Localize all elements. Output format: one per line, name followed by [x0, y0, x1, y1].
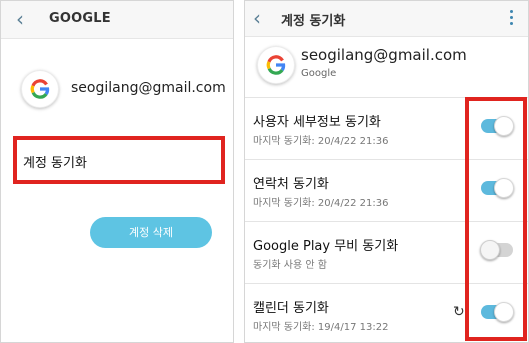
account-provider: Google — [301, 68, 337, 79]
sync-item-status: 마지막 동기화: 20/4/22 21:36 — [253, 198, 389, 209]
sync-item-title: 연락처 동기화 — [253, 177, 329, 192]
app-bar: ‹ 계정 동기화 — [245, 1, 528, 37]
sync-item-status: 마지막 동기화: 20/4/22 21:36 — [253, 136, 389, 147]
google-logo-icon — [21, 70, 59, 108]
account-email: seogilang@gmail.com — [301, 46, 467, 64]
account-sync-screen: ‹ 계정 동기화 seogilang@gmail.com Google 사용자 … — [244, 0, 529, 343]
more-options-icon[interactable] — [510, 10, 514, 28]
highlight-box — [465, 97, 527, 341]
sync-item-status: 마지막 동기화: 19/4/17 13:22 — [253, 322, 389, 333]
app-bar: ‹ GOOGLE — [1, 1, 233, 39]
syncing-icon: ↻ — [453, 304, 465, 320]
account-email: seogilang@gmail.com — [71, 80, 226, 96]
account-sync-item[interactable]: 계정 동기화 — [23, 152, 87, 171]
back-icon[interactable]: ‹ — [16, 9, 24, 29]
back-icon[interactable]: ‹ — [253, 8, 261, 28]
sync-item-title: Google Play 무비 동기화 — [253, 239, 399, 254]
google-logo-icon — [257, 46, 295, 84]
panel-divider — [234, 0, 244, 343]
sync-item-title: 사용자 세부정보 동기화 — [253, 115, 381, 130]
sync-item-title: 캘린더 동기화 — [253, 301, 329, 316]
page-title: 계정 동기화 — [281, 14, 346, 29]
page-title: GOOGLE — [49, 11, 111, 26]
account-screen: ‹ GOOGLE seogilang@gmail.com 계정 동기화 계정 삭… — [0, 0, 234, 343]
sync-item-status: 동기화 사용 안 함 — [253, 260, 327, 271]
delete-account-button[interactable]: 계정 삭제 — [90, 217, 212, 248]
